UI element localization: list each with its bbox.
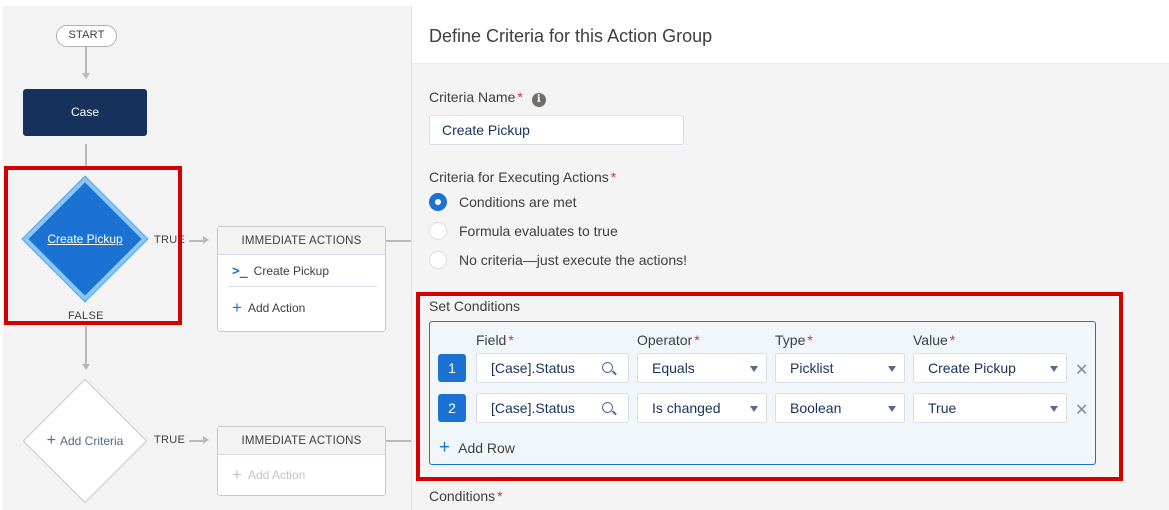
required-asterisk: * (610, 169, 617, 185)
add-action-button[interactable]: + Add Action (218, 287, 385, 329)
immediate-actions-card: IMMEDIATE ACTIONS >_ Create Pickup + Add… (217, 226, 386, 332)
true-label: TRUE (154, 434, 186, 446)
immediate-actions-header: IMMEDIATE ACTIONS (218, 227, 385, 255)
connector-out-1 (386, 240, 411, 242)
connector-true-2 (189, 440, 203, 442)
action-item-create-pickup[interactable]: >_ Create Pickup (218, 256, 385, 286)
action-item-label: Create Pickup (253, 264, 330, 278)
plus-icon: + (232, 465, 242, 484)
radio-label: No criteria—just execute the actions! (459, 252, 687, 268)
connector-false (85, 326, 87, 364)
connector-case-criteria (85, 144, 87, 168)
panel-title: Define Criteria for this Action Group (429, 26, 713, 46)
panel-header: Define Criteria for this Action Group (412, 6, 1169, 64)
add-criteria-label: Add Criteria (59, 434, 124, 448)
radio-unselected[interactable] (429, 222, 447, 240)
arrow-right (203, 436, 209, 444)
process-canvas: START Case Create Pickup TRUE FALSE IMME… (3, 6, 411, 510)
arrow-down (82, 73, 90, 79)
criteria-name-label: Criteria Name * i (429, 89, 546, 107)
add-action-label: Add Action (247, 301, 306, 315)
radio-selected[interactable] (429, 193, 447, 211)
conditions-label: Conditions * (429, 488, 503, 504)
start-node: START (56, 25, 117, 47)
executing-criteria-label: Criteria for Executing Actions * (429, 169, 616, 185)
case-object-node[interactable]: Case (23, 89, 147, 136)
conditions-label-text: Conditions (429, 488, 496, 504)
required-asterisk: * (497, 488, 503, 504)
highlight-box-criteria-node (4, 166, 182, 325)
connector-start-case (85, 47, 87, 73)
add-action-button-disabled: + Add Action (218, 455, 385, 495)
immediate-actions-card-empty: IMMEDIATE ACTIONS + Add Action (217, 426, 386, 496)
radio-unselected[interactable] (429, 251, 447, 269)
radio-no-criteria[interactable]: No criteria—just execute the actions! (429, 251, 687, 269)
plus-icon: + (46, 432, 56, 449)
plus-icon: + (232, 298, 242, 317)
radio-label: Conditions are met (459, 194, 577, 210)
criteria-name-label-text: Criteria Name (429, 89, 516, 105)
add-action-label: Add Action (247, 468, 306, 482)
executing-criteria-label-text: Criteria for Executing Actions (429, 169, 609, 185)
connector-out-2 (386, 440, 411, 442)
info-icon[interactable]: i (531, 93, 546, 107)
arrow-down (82, 364, 90, 370)
connector-true-1 (189, 240, 203, 242)
arrow-right (203, 236, 209, 244)
criteria-name-input[interactable]: Create Pickup (429, 115, 684, 145)
immediate-actions-header: IMMEDIATE ACTIONS (218, 427, 385, 455)
add-criteria-node[interactable]: + Add Criteria (19, 375, 151, 507)
radio-formula-true[interactable]: Formula evaluates to true (429, 222, 618, 240)
required-asterisk: * (517, 89, 523, 105)
radio-conditions-met[interactable]: Conditions are met (429, 193, 577, 211)
apex-action-icon: >_ (232, 263, 248, 279)
criteria-panel: Define Criteria for this Action Group Cr… (411, 6, 1169, 510)
radio-label: Formula evaluates to true (459, 223, 618, 239)
highlight-box-conditions (416, 292, 1123, 481)
